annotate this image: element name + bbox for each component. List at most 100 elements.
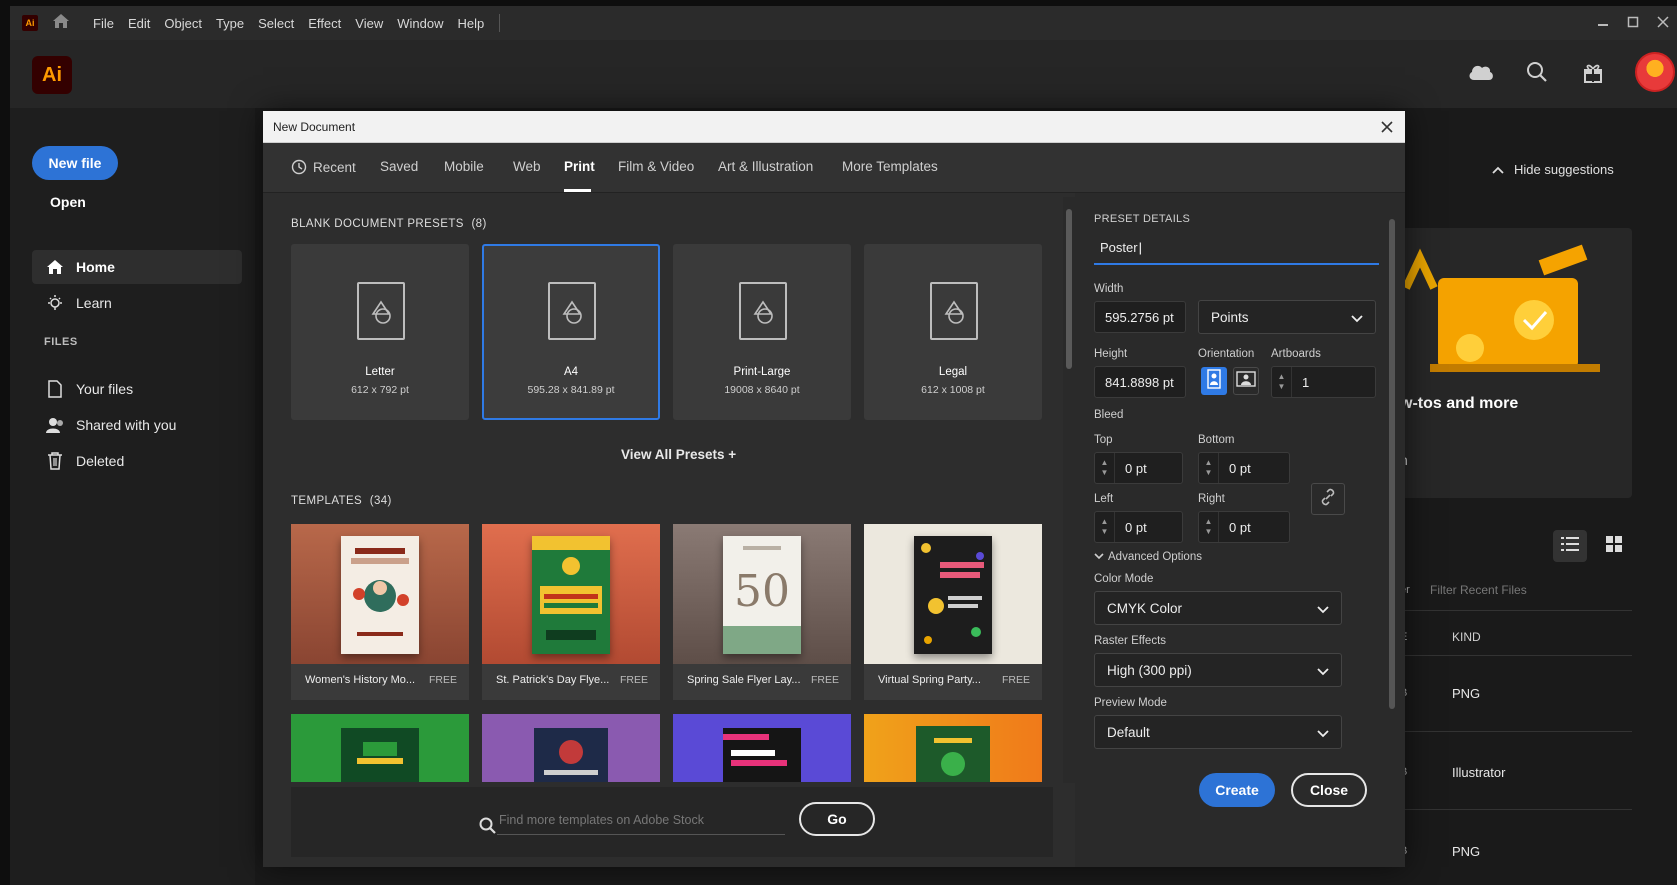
menu-file[interactable]: File — [86, 16, 121, 31]
list-view-button[interactable] — [1553, 530, 1587, 562]
close-icon[interactable] — [1375, 115, 1399, 139]
stepper-arrows-icon[interactable]: ▲ ▼ — [1095, 512, 1115, 542]
color-mode-select[interactable]: CMYK Color — [1094, 591, 1342, 625]
grid-view-button[interactable] — [1597, 530, 1631, 562]
poster-thumbnail: 50 — [723, 536, 801, 654]
grid-view-icon — [1606, 535, 1622, 557]
presets-scroll-thumb[interactable] — [1066, 209, 1072, 369]
stepper-arrows-icon[interactable]: ▲ ▼ — [1272, 367, 1292, 397]
preset-name-value: Poster — [1100, 239, 1138, 255]
bleed-top-stepper[interactable]: ▲ ▼ 0 pt — [1094, 452, 1183, 484]
menu-help[interactable]: Help — [450, 16, 491, 31]
cloud-icon[interactable] — [1467, 58, 1495, 86]
new-file-button[interactable]: New file — [32, 146, 118, 180]
orientation-label: Orientation — [1198, 348, 1255, 360]
search-icon[interactable] — [1523, 58, 1551, 86]
sidebar-item-home[interactable]: Home — [32, 250, 242, 284]
stepper-arrows-icon[interactable]: ▲ ▼ — [1095, 453, 1115, 483]
tab-print[interactable]: Print — [564, 159, 595, 174]
template-business-conference[interactable] — [673, 714, 851, 782]
sidebar-item-shared[interactable]: Shared with you — [32, 408, 242, 442]
close-button[interactable]: Close — [1291, 773, 1367, 807]
preset-name-input[interactable]: Poster | — [1094, 231, 1379, 265]
preview-mode-value: Default — [1107, 724, 1150, 740]
clock-icon — [291, 159, 307, 175]
filter-recent-files-input[interactable]: Filter Recent Files — [1430, 583, 1527, 597]
template-thumbnail — [341, 728, 419, 782]
home-icon[interactable] — [52, 13, 70, 33]
details-scroll-thumb[interactable] — [1389, 219, 1395, 709]
kind-column-header[interactable]: KIND — [1452, 630, 1481, 644]
menu-select[interactable]: Select — [251, 16, 301, 31]
menu-edit[interactable]: Edit — [121, 16, 157, 31]
minimize-icon[interactable] — [1597, 16, 1609, 31]
tab-recent[interactable]: Recent — [291, 159, 356, 175]
template-virtual-spring-party[interactable]: Virtual Spring Party... FREE — [864, 524, 1042, 700]
chevron-down-icon — [1317, 664, 1329, 679]
sidebar-item-your-files[interactable]: Your files — [32, 372, 242, 406]
template-st-patricks[interactable]: St. Patrick's Day Flye... FREE — [482, 524, 660, 700]
units-select[interactable]: Points — [1198, 300, 1376, 334]
hide-suggestions-button[interactable]: Hide suggestions — [1492, 162, 1614, 177]
kind-cell: Illustrator — [1452, 765, 1506, 780]
advanced-options-toggle[interactable]: Advanced Options — [1094, 551, 1202, 563]
open-button[interactable]: Open — [50, 194, 86, 210]
raster-effects-select[interactable]: High (300 ppi) — [1094, 653, 1342, 687]
menu-effect[interactable]: Effect — [301, 16, 348, 31]
preset-a4[interactable]: A4 595.28 x 841.89 pt — [482, 244, 660, 420]
menu-bar: Ai File Edit Object Type Select Effect V… — [10, 6, 1677, 40]
artboards-stepper[interactable]: ▲ ▼ 1 — [1271, 366, 1376, 398]
bleed-right-stepper[interactable]: ▲ ▼ 0 pt — [1198, 511, 1290, 543]
template-orange-poster[interactable] — [864, 714, 1042, 782]
stepper-arrows-icon[interactable]: ▲ ▼ — [1199, 453, 1219, 483]
landscape-orientation-button[interactable] — [1233, 367, 1259, 395]
preview-mode-select[interactable]: Default — [1094, 715, 1342, 749]
raster-effects-value: High (300 ppi) — [1107, 662, 1192, 678]
menu-type[interactable]: Type — [209, 16, 251, 31]
close-window-icon[interactable] — [1657, 15, 1669, 31]
menu-window[interactable]: Window — [390, 16, 450, 31]
document-preset-icon — [739, 282, 787, 340]
go-button[interactable]: Go — [799, 802, 875, 836]
templates-header: TEMPLATES (34) — [291, 495, 392, 507]
sidebar-item-deleted[interactable]: Deleted — [32, 444, 242, 478]
template-green-poster[interactable] — [291, 714, 469, 782]
tab-saved[interactable]: Saved — [380, 159, 418, 174]
free-badge: FREE — [619, 674, 648, 686]
tab-film-video[interactable]: Film & Video — [618, 159, 694, 174]
template-purple-poster[interactable] — [482, 714, 660, 782]
tab-more-templates[interactable]: More Templates — [842, 159, 938, 174]
height-input[interactable]: 841.8898 pt — [1094, 366, 1186, 398]
preset-size: 19008 x 8640 pt — [724, 384, 800, 396]
tab-web[interactable]: Web — [513, 159, 541, 174]
menu-view[interactable]: View — [348, 16, 390, 31]
preset-print-large[interactable]: Print-Large 19008 x 8640 pt — [673, 244, 851, 420]
portrait-orientation-button[interactable] — [1201, 367, 1227, 395]
sidebar-item-learn[interactable]: Learn — [32, 286, 242, 320]
width-input[interactable]: 595.2756 pt — [1094, 301, 1186, 333]
tab-mobile[interactable]: Mobile — [444, 159, 484, 174]
tab-art-illustration[interactable]: Art & Illustration — [718, 159, 813, 174]
link-bleed-button[interactable] — [1311, 483, 1345, 515]
preset-letter[interactable]: Letter 612 x 792 pt — [291, 244, 469, 420]
template-thumbnail — [864, 524, 1042, 664]
preset-legal[interactable]: Legal 612 x 1008 pt — [864, 244, 1042, 420]
bleed-left-stepper[interactable]: ▲ ▼ 0 pt — [1094, 511, 1183, 543]
maximize-icon[interactable] — [1627, 16, 1639, 31]
create-button[interactable]: Create — [1199, 773, 1275, 807]
svg-text:50: 50 — [734, 566, 790, 617]
bleed-bottom-stepper[interactable]: ▲ ▼ 0 pt — [1198, 452, 1290, 484]
user-avatar[interactable] — [1635, 52, 1675, 92]
view-all-presets-link[interactable]: View All Presets + — [621, 447, 736, 462]
stepper-arrows-icon[interactable]: ▲ ▼ — [1199, 512, 1219, 542]
menu-object[interactable]: Object — [157, 16, 209, 31]
gift-icon[interactable] — [1579, 58, 1607, 86]
landscape-icon — [1236, 370, 1256, 392]
shared-users-icon — [44, 417, 66, 433]
stock-search-input[interactable]: Find more templates on Adobe Stock — [497, 813, 785, 835]
template-womens-history[interactable]: Women's History Mo... FREE — [291, 524, 469, 700]
suggestion-card[interactable] — [1400, 228, 1632, 498]
template-spring-sale[interactable]: 50 Spring Sale Flyer Lay... FREE — [673, 524, 851, 700]
poster-thumbnail — [914, 536, 992, 654]
kind-cell: PNG — [1452, 844, 1481, 859]
